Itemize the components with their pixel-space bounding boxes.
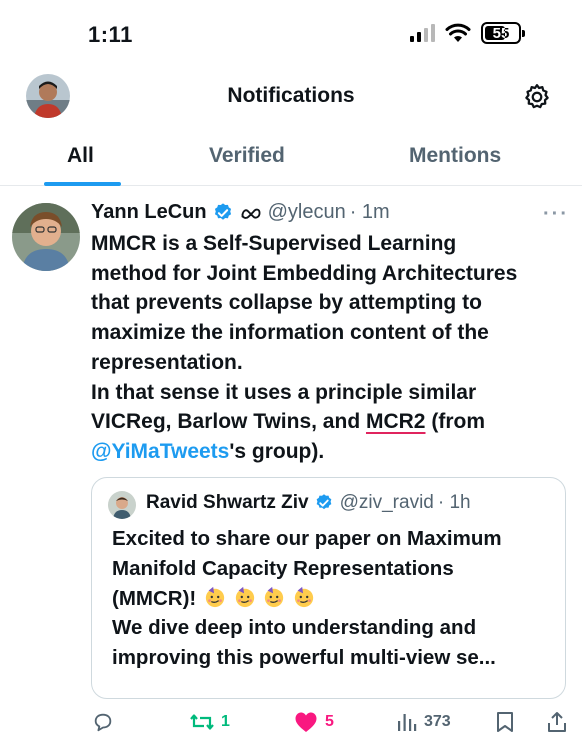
battery-level: 55 [492, 24, 510, 42]
quote-author-handle: @ziv_ravid [339, 492, 434, 513]
status-icons: 55 [410, 22, 525, 44]
status-time: 1:11 [88, 22, 133, 47]
retweet-count: 1 [221, 713, 230, 730]
meta-logo-icon [241, 208, 261, 219]
status-bar: 1:11 55 [0, 0, 582, 64]
tweet-line: maximize the information content of the [91, 321, 489, 345]
quote-line: Excited to share our paper on Maximum [112, 527, 502, 550]
author-avatar[interactable] [12, 203, 80, 271]
wifi-icon [445, 23, 471, 42]
tweet-line: MMCR is a Self-Supervised Learning [91, 232, 457, 255]
highlighted-term: MCR2 [365, 410, 426, 434]
header: Notifications [0, 64, 582, 130]
quote-line: We dive deep into understanding and [112, 616, 477, 640]
retweet-icon [190, 714, 214, 730]
author-handle[interactable]: @ylecun [268, 201, 346, 224]
page-title: Notifications [227, 84, 355, 107]
quote-author-name: Ravid Shwartz Ziv [146, 492, 309, 513]
active-tab-indicator [44, 182, 121, 186]
tweet-line-text: VICReg, Barlow Twins, and [91, 410, 366, 434]
verified-badge-icon [214, 202, 231, 220]
share-button[interactable] [546, 711, 568, 733]
tweet-text: MMCR is a Self-Supervised Learning metho… [91, 229, 571, 467]
tab-mentions[interactable]: Mentions [409, 144, 501, 168]
tweet-line: In that sense it uses a principle simila… [91, 380, 477, 404]
like-icon [295, 712, 317, 732]
reply-icon [94, 713, 112, 732]
bookmark-button[interactable] [496, 711, 514, 733]
tweet-header: Yann LeCun @ylecun · 1m [91, 201, 390, 224]
view-count: 373 [424, 713, 451, 730]
views-button[interactable]: 373 [397, 711, 451, 733]
tweet-line: that prevents collapse by attempting to [91, 291, 482, 315]
emoji-row [198, 586, 317, 610]
more-icon[interactable]: ··· [543, 203, 569, 226]
gear-icon[interactable] [522, 82, 552, 112]
partying-face-emoji [205, 586, 225, 607]
partying-face-emoji [265, 586, 284, 607]
quote-header: Ravid Shwartz Ziv @ziv_ravid · 1h [146, 492, 471, 514]
views-icon [398, 714, 417, 731]
notification-tweet[interactable]: Yann LeCun @ylecun · 1m ··· MMCR is a Se… [0, 187, 582, 749]
tweet-line-tail: (from [425, 410, 485, 434]
bookmark-icon [497, 712, 513, 732]
quote-line: improving this powerful multi-view se... [112, 646, 496, 670]
like-count: 5 [325, 713, 334, 730]
tweet-line: @YiMaTweets's group). [91, 437, 571, 467]
quote-text: Excited to share our paper on Maximum Ma… [112, 524, 557, 673]
tweet-line: representation. [91, 350, 243, 374]
tab-all[interactable]: All [67, 144, 94, 168]
quote-line: (MMCR)! [112, 584, 557, 614]
verified-badge-icon [316, 494, 331, 510]
like-button[interactable]: 5 [294, 711, 334, 733]
reply-button[interactable] [92, 711, 114, 733]
tab-verified[interactable]: Verified [209, 144, 285, 168]
retweet-button[interactable]: 1 [190, 711, 230, 733]
quoted-tweet[interactable]: Ravid Shwartz Ziv @ziv_ravid · 1h Excite… [91, 477, 566, 699]
partying-face-emoji [294, 586, 314, 607]
share-icon [548, 712, 566, 732]
tweet-time: · 1m [349, 201, 390, 223]
battery-icon: 55 [481, 22, 525, 44]
tweet-line: method for Joint Embedding Architectures [91, 261, 518, 285]
quote-author-avatar [108, 491, 136, 519]
quote-line: Manifold Capacity Representations [112, 556, 454, 580]
partying-face-emoji [235, 586, 254, 607]
tab-bar: All Verified Mentions [0, 130, 582, 186]
signal-icon [410, 24, 435, 42]
mention-link[interactable]: @YiMaTweets [91, 440, 229, 463]
tweet-line-tail: 's group). [229, 439, 325, 463]
author-name[interactable]: Yann LeCun [91, 201, 207, 224]
quote-time: · 1h [437, 492, 471, 513]
tweet-actions: 1 5 373 [0, 707, 582, 743]
tweet-line: VICReg, Barlow Twins, and MCR2 (from [91, 407, 571, 437]
quote-line-text: (MMCR)! [112, 586, 197, 610]
